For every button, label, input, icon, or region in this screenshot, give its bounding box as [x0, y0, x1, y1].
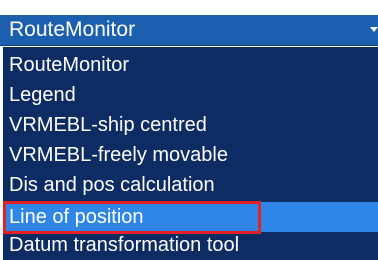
chevron-down-icon[interactable] — [370, 27, 378, 32]
option-line-of-position[interactable]: Line of position — [3, 202, 378, 232]
dropdown-list: RouteMonitor Legend VRMEBL-ship centred … — [3, 47, 378, 260]
option-routemonitor[interactable]: RouteMonitor — [3, 50, 378, 80]
option-label: Dis and pos calculation — [9, 174, 215, 196]
option-dis-and-pos-calculation[interactable]: Dis and pos calculation — [3, 170, 378, 200]
option-label: Legend — [9, 84, 76, 106]
option-label: Line of position — [9, 206, 144, 228]
combo-selected-label: RouteMonitor — [9, 18, 136, 41]
option-label: Datum transformation tool — [9, 234, 240, 256]
option-label: VRMEBL-freely movable — [9, 144, 228, 166]
option-vrmebl-ship-centred[interactable]: VRMEBL-ship centred — [3, 110, 378, 140]
option-vrmebl-freely-movable[interactable]: VRMEBL-freely movable — [3, 140, 378, 170]
option-datum-transformation-tool[interactable]: Datum transformation tool — [3, 230, 378, 260]
option-label: RouteMonitor — [9, 54, 130, 76]
option-legend[interactable]: Legend — [3, 80, 378, 110]
option-label: VRMEBL-ship centred — [9, 114, 207, 136]
layer-select-combo[interactable]: RouteMonitor RouteMonitor Legend VRMEBL-… — [0, 0, 378, 260]
combo-selected-value[interactable]: RouteMonitor — [0, 15, 378, 46]
